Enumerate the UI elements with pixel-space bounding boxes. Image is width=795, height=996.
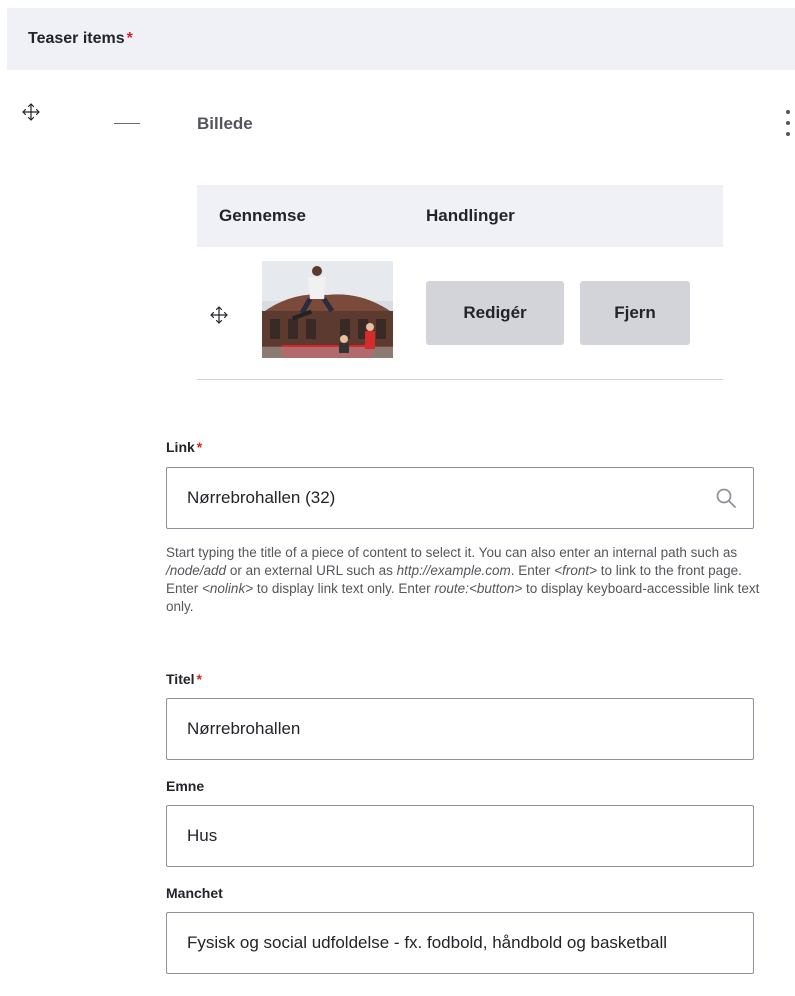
- titel-input[interactable]: [187, 719, 753, 739]
- link-field[interactable]: [166, 467, 754, 529]
- titel-label: Titel *: [166, 671, 202, 687]
- help-text-emphasis: http://example.com: [396, 563, 511, 578]
- titel-field[interactable]: [166, 698, 754, 760]
- link-input[interactable]: [187, 488, 753, 508]
- teaser-items-header: Teaser items *: [7, 8, 795, 70]
- help-text-emphasis: route:<button>: [434, 581, 523, 596]
- section-title-text: Teaser items: [28, 30, 125, 47]
- manchet-input[interactable]: [187, 933, 753, 953]
- link-help-text: Start typing the title of a piece of con…: [166, 544, 761, 616]
- help-text-segment: to display link text only. Enter: [253, 581, 435, 596]
- column-header-actions: Handlinger: [426, 206, 515, 225]
- link-label-text: Link: [166, 439, 195, 455]
- media-table-header: Gennemse Handlinger: [197, 185, 723, 247]
- required-marker: *: [196, 439, 203, 455]
- manchet-field[interactable]: [166, 912, 754, 974]
- required-marker: *: [196, 671, 202, 687]
- vertical-dots-icon[interactable]: [783, 110, 793, 136]
- emne-label: Emne: [166, 778, 205, 794]
- section-title: Teaser items *: [28, 30, 133, 48]
- edit-button[interactable]: Redigér: [426, 281, 564, 345]
- remove-button[interactable]: Fjern: [580, 281, 690, 345]
- help-text-segment: or an external URL such as: [226, 563, 397, 578]
- help-text-segment: . Enter: [510, 563, 555, 578]
- link-label: Link *: [166, 439, 202, 455]
- help-text-emphasis: /node/add: [166, 563, 227, 578]
- emne-field[interactable]: [166, 805, 754, 867]
- column-header-preview: Gennemse: [219, 206, 306, 225]
- table-row: Redigér Fjern: [197, 248, 723, 380]
- help-text-emphasis: <nolink>: [202, 581, 254, 596]
- titel-label-text: Titel: [166, 671, 195, 687]
- paragraph-type-label: Billede: [197, 114, 253, 133]
- thumbnail-image: [262, 261, 393, 358]
- magnifier-icon: [715, 487, 737, 509]
- manchet-label: Manchet: [166, 885, 223, 901]
- help-text-emphasis: <front>: [554, 563, 598, 578]
- help-text-segment: Start typing the title of a piece of con…: [166, 545, 738, 560]
- emne-input[interactable]: [187, 826, 753, 846]
- row-drag-handle-icon[interactable]: [209, 305, 229, 325]
- collapse-toggle[interactable]: [114, 123, 140, 124]
- drag-handle-icon[interactable]: [21, 102, 41, 122]
- required-marker: *: [126, 30, 133, 47]
